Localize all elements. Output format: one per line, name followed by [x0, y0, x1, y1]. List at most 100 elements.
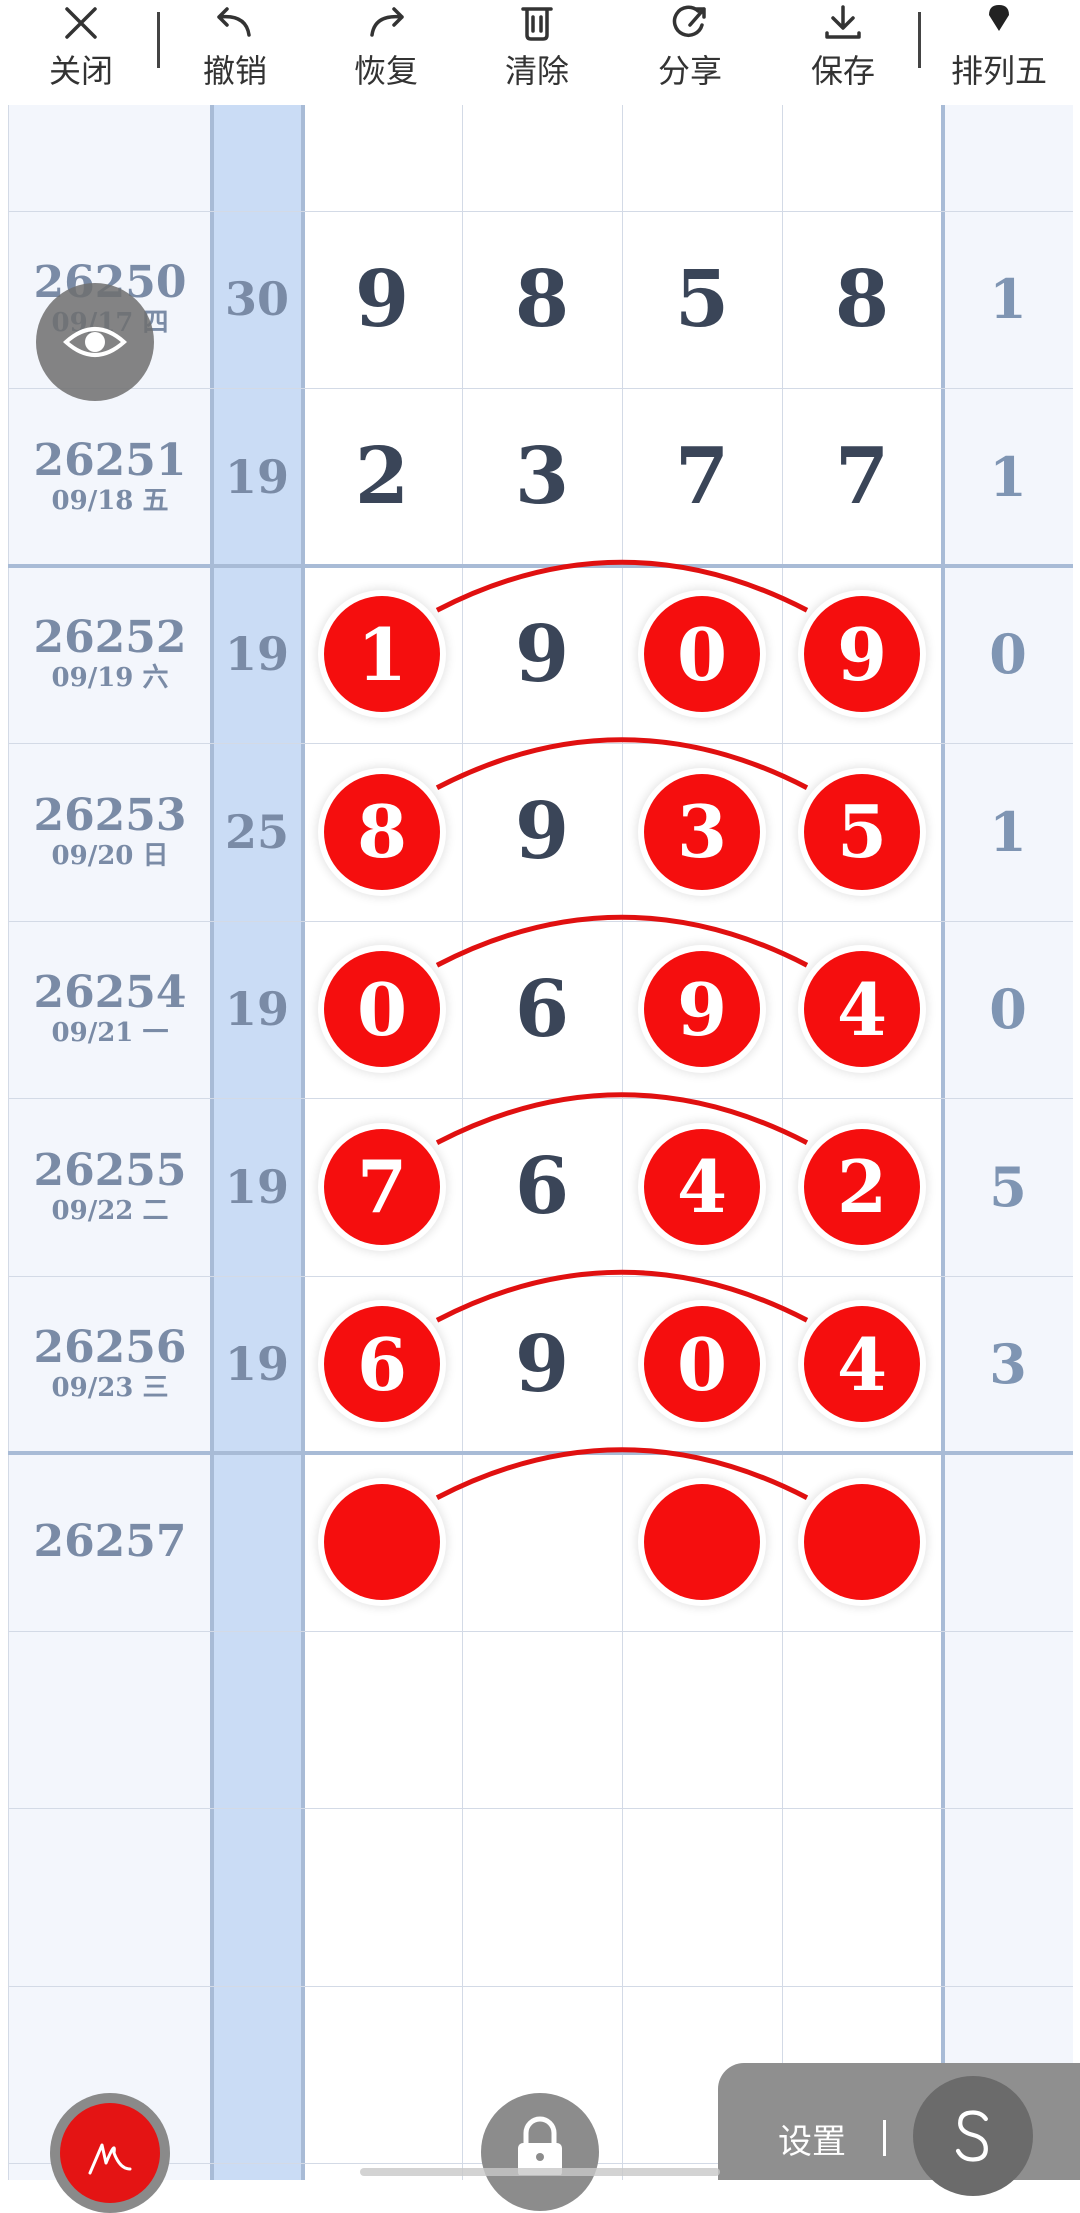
sum-value: 19: [224, 1337, 289, 1391]
digit-cell[interactable]: 9: [302, 211, 462, 388]
issue-cell: 26255 09/22 二: [8, 1098, 212, 1275]
share-button[interactable]: 分享: [631, 0, 749, 105]
issue-cell: 26253 09/20 日: [8, 743, 212, 920]
marked-digit-ball[interactable]: 4: [644, 1128, 760, 1245]
eye-toggle-button[interactable]: [36, 283, 154, 401]
redo-label: 恢复: [353, 52, 418, 90]
toolbar-divider: [918, 12, 921, 68]
sum-value: 19: [224, 627, 289, 681]
marked-digit-ball[interactable]: 3: [644, 773, 760, 890]
extra-value: 0: [989, 977, 1027, 1041]
sum-value: 25: [224, 804, 289, 859]
issue-date: 09/23 三: [51, 1373, 169, 1403]
settings-button[interactable]: 设置: [778, 2114, 846, 2163]
digit-cell[interactable]: 6: [462, 921, 622, 1098]
marked-digit-ball[interactable]: [324, 1483, 440, 1600]
digit-cell[interactable]: 8: [782, 211, 942, 388]
grid-line: [8, 1985, 1073, 1987]
marked-digit-ball[interactable]: [804, 1483, 920, 1600]
digit-cell[interactable]: 7: [622, 388, 782, 565]
sum-value: 19: [224, 982, 289, 1036]
toolbar: 关闭 撤销 恢复 清除 分享 保存 排列五: [0, 0, 1080, 105]
lock-button[interactable]: [481, 2093, 599, 2211]
digit-cell[interactable]: 9: [462, 566, 622, 743]
extra-value: 1: [989, 444, 1027, 509]
issue-number: 26255: [33, 1144, 187, 1196]
digit-cell[interactable]: 2: [302, 388, 462, 565]
grid-line: [8, 1808, 1073, 1809]
marked-digit-ball[interactable]: 0: [324, 951, 440, 1068]
lock-icon: [518, 2116, 562, 2175]
digit-cell[interactable]: 9: [462, 1276, 622, 1453]
issue-date: 09/19 六: [51, 663, 169, 693]
marked-digit-ball[interactable]: 2: [804, 1128, 920, 1245]
marked-digit-ball[interactable]: 5: [804, 773, 920, 890]
lottery-type-label: 排列五: [950, 52, 1047, 90]
clear-label: 清除: [504, 52, 569, 90]
save-button[interactable]: 保存: [784, 0, 902, 105]
issue-date: 09/22 二: [51, 1195, 169, 1226]
marked-digit-ball[interactable]: 9: [804, 596, 920, 713]
digit-cell[interactable]: 9: [462, 743, 622, 920]
marked-digit-ball[interactable]: 6: [324, 1306, 440, 1423]
share-label: 分享: [657, 52, 722, 90]
digit-cell[interactable]: 7: [782, 388, 942, 565]
marked-digit-ball[interactable]: 0: [644, 1306, 760, 1423]
clear-button[interactable]: 清除: [478, 0, 596, 105]
issue-number: 26254: [33, 967, 187, 1018]
issue-number: 26252: [33, 612, 187, 663]
close-button[interactable]: 关闭: [22, 0, 140, 105]
toolbar-divider: [157, 12, 160, 68]
redo-icon: [370, 7, 404, 37]
marked-digit-ball[interactable]: 1: [324, 596, 440, 713]
digit-cell[interactable]: [462, 1453, 622, 1630]
draw-chart-grid[interactable]: 2625009/17 四30198582625109/18 五191237726…: [0, 105, 1080, 2180]
issue-number: 26257: [33, 1515, 187, 1567]
settings-divider: [883, 2120, 886, 2156]
issue-number: 26253: [33, 789, 187, 841]
redo-button[interactable]: 恢复: [327, 0, 445, 105]
marked-digit-ball[interactable]: 8: [324, 773, 440, 890]
extra-value: [943, 1453, 1073, 1630]
pen-color-swatch: [60, 2103, 160, 2203]
undo-label: 撤销: [202, 52, 267, 90]
pen-icon: [88, 2143, 132, 2175]
marked-digit-ball[interactable]: [644, 1483, 760, 1600]
marked-digit-ball[interactable]: 0: [644, 596, 760, 713]
extra-value: 3: [989, 1332, 1027, 1396]
lottery-type-button[interactable]: 排列五: [934, 0, 1064, 105]
issue-date: 09/21 一: [51, 1018, 169, 1048]
sum-value: 19: [224, 1159, 289, 1214]
issue-cell: 26254 09/21 一: [8, 921, 212, 1098]
sum-value: 19: [224, 449, 289, 504]
issue-cell: 26251 09/18 五: [8, 388, 212, 565]
issue-cell: 26252 09/19 六: [8, 566, 212, 743]
undo-button[interactable]: 撤销: [176, 0, 294, 105]
save-label: 保存: [810, 52, 875, 90]
sum-value: [212, 1453, 302, 1630]
grid-line: [8, 1630, 1073, 1632]
issue-cell: 26257: [8, 1453, 212, 1630]
pin-icon: [989, 5, 1009, 31]
download-icon: [825, 5, 861, 39]
close-label: 关闭: [48, 52, 113, 90]
digit-cell[interactable]: 5: [622, 211, 782, 388]
marked-digit-ball[interactable]: 4: [804, 1306, 920, 1423]
s-logo-icon: [955, 2110, 988, 2162]
marked-digit-ball[interactable]: 7: [324, 1128, 440, 1245]
issue-date: 09/18 五: [51, 485, 169, 516]
pen-tool-button[interactable]: [50, 2093, 170, 2213]
undo-icon: [217, 7, 251, 37]
digit-cell[interactable]: 3: [462, 388, 622, 565]
extra-value: 1: [989, 799, 1027, 864]
digit-cell[interactable]: 8: [462, 211, 622, 388]
eye-icon: [63, 327, 127, 357]
marked-digit-ball[interactable]: 9: [644, 951, 760, 1068]
home-indicator: [360, 2168, 720, 2176]
s-menu-button[interactable]: [913, 2076, 1033, 2196]
issue-number: 26251: [33, 434, 187, 486]
close-icon: [65, 7, 97, 39]
marked-digit-ball[interactable]: 4: [804, 951, 920, 1068]
digit-cell[interactable]: 6: [462, 1098, 622, 1275]
extra-value: 5: [989, 1154, 1027, 1219]
